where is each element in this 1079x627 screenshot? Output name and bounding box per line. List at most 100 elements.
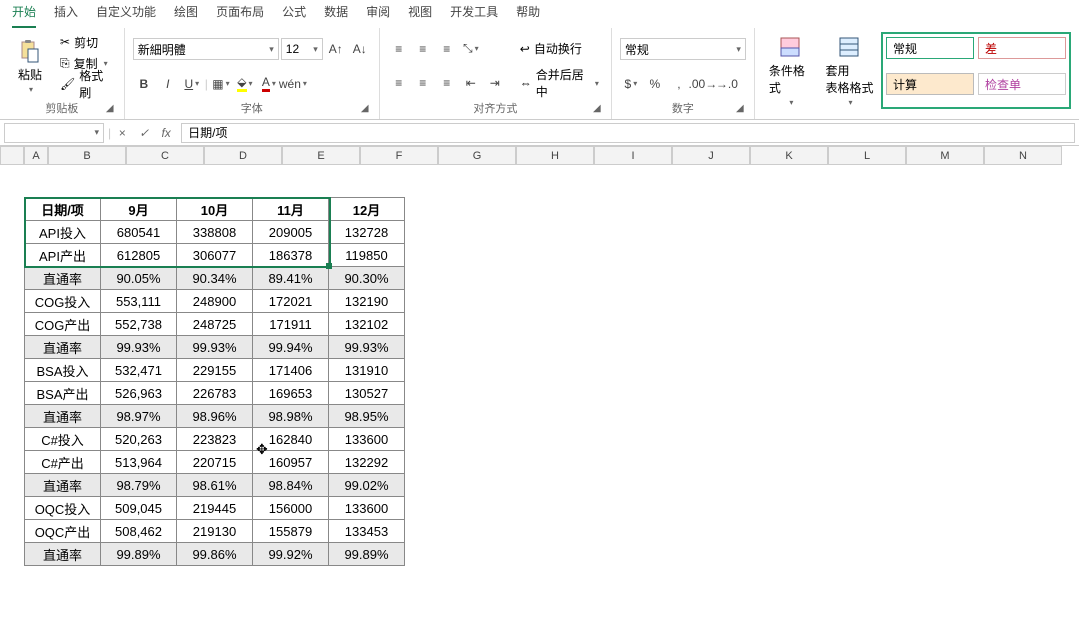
increase-indent-button[interactable]: ⇥: [484, 73, 506, 93]
number-format-combo[interactable]: 常规: [620, 38, 746, 60]
italic-button[interactable]: I: [157, 74, 179, 94]
table-cell[interactable]: 229155: [177, 359, 253, 382]
column-header[interactable]: A: [24, 146, 48, 165]
table-cell[interactable]: 99.89%: [329, 543, 405, 566]
table-row-label[interactable]: 直通率: [25, 474, 101, 497]
table-row-label[interactable]: 直通率: [25, 267, 101, 290]
table-row-label[interactable]: C#产出: [25, 451, 101, 474]
fx-button[interactable]: fx: [155, 126, 177, 140]
table-cell[interactable]: 132190: [329, 290, 405, 313]
table-cell[interactable]: 509,045: [101, 497, 177, 520]
table-cell[interactable]: 155879: [253, 520, 329, 543]
table-cell[interactable]: 98.96%: [177, 405, 253, 428]
table-cell[interactable]: 160957: [253, 451, 329, 474]
style-bad[interactable]: 差: [978, 37, 1066, 59]
table-cell[interactable]: 99.02%: [329, 474, 405, 497]
underline-button[interactable]: U: [181, 74, 203, 94]
merge-center-button[interactable]: ⇔合并后居中: [516, 73, 603, 93]
table-cell[interactable]: 133600: [329, 497, 405, 520]
decrease-font-button[interactable]: A↓: [349, 39, 371, 59]
table-cell[interactable]: 98.98%: [253, 405, 329, 428]
style-calc[interactable]: 计算: [886, 73, 974, 95]
paste-button[interactable]: 粘贴: [8, 32, 52, 100]
table-row-label[interactable]: C#投入: [25, 428, 101, 451]
increase-decimal-button[interactable]: .00→: [692, 74, 714, 94]
number-launcher-icon[interactable]: ◢: [734, 103, 746, 115]
table-cell[interactable]: 132292: [329, 451, 405, 474]
font-name-combo[interactable]: 新細明體: [133, 38, 279, 60]
table-cell[interactable]: 119850: [329, 244, 405, 267]
name-box[interactable]: [4, 123, 104, 143]
table-cell[interactable]: 130527: [329, 382, 405, 405]
table-row-label[interactable]: COG产出: [25, 313, 101, 336]
table-cell[interactable]: 131910: [329, 359, 405, 382]
table-cell[interactable]: 162840: [253, 428, 329, 451]
table-cell[interactable]: 132102: [329, 313, 405, 336]
table-cell[interactable]: 248725: [177, 313, 253, 336]
column-header[interactable]: E: [282, 146, 360, 165]
table-cell[interactable]: 248900: [177, 290, 253, 313]
table-row-label[interactable]: 直通率: [25, 336, 101, 359]
table-header-cell[interactable]: 11月: [253, 198, 329, 221]
fx-enter-button[interactable]: ✓: [133, 126, 155, 140]
align-center-button[interactable]: ≡: [412, 73, 434, 93]
column-header[interactable]: I: [594, 146, 672, 165]
column-header[interactable]: F: [360, 146, 438, 165]
table-cell[interactable]: 98.97%: [101, 405, 177, 428]
table-cell[interactable]: 220715: [177, 451, 253, 474]
align-middle-button[interactable]: ≡: [412, 39, 434, 59]
tab-formulas[interactable]: 公式: [282, 0, 306, 28]
align-right-button[interactable]: ≡: [436, 73, 458, 93]
tab-insert[interactable]: 插入: [54, 0, 78, 28]
table-row-label[interactable]: API投入: [25, 221, 101, 244]
table-cell[interactable]: 98.79%: [101, 474, 177, 497]
table-cell[interactable]: 99.94%: [253, 336, 329, 359]
table-cell[interactable]: 172021: [253, 290, 329, 313]
phonetic-button[interactable]: wén: [282, 74, 304, 94]
column-header[interactable]: C: [126, 146, 204, 165]
table-cell[interactable]: 171911: [253, 313, 329, 336]
table-row-label[interactable]: BSA产出: [25, 382, 101, 405]
orientation-button[interactable]: ⤡: [460, 39, 482, 59]
table-cell[interactable]: 552,738: [101, 313, 177, 336]
table-cell[interactable]: 520,263: [101, 428, 177, 451]
align-launcher-icon[interactable]: ◢: [591, 103, 603, 115]
table-cell[interactable]: 90.30%: [329, 267, 405, 290]
font-size-combo[interactable]: 12: [281, 38, 323, 60]
tab-view[interactable]: 视图: [408, 0, 432, 28]
column-header[interactable]: M: [906, 146, 984, 165]
column-header[interactable]: N: [984, 146, 1062, 165]
table-cell[interactable]: 508,462: [101, 520, 177, 543]
font-launcher-icon[interactable]: ◢: [359, 103, 371, 115]
cut-button[interactable]: ✂ 剪切: [56, 32, 116, 52]
table-cell[interactable]: 219445: [177, 497, 253, 520]
decrease-decimal-button[interactable]: →.0: [716, 74, 738, 94]
table-header-cell[interactable]: 9月: [101, 198, 177, 221]
table-row-label[interactable]: OQC产出: [25, 520, 101, 543]
table-cell[interactable]: 132728: [329, 221, 405, 244]
style-normal[interactable]: 常规: [886, 37, 974, 59]
column-header[interactable]: K: [750, 146, 828, 165]
table-cell[interactable]: 223823: [177, 428, 253, 451]
comma-button[interactable]: ,: [668, 74, 690, 94]
table-cell[interactable]: 98.84%: [253, 474, 329, 497]
column-header[interactable]: L: [828, 146, 906, 165]
table-cell[interactable]: 99.93%: [101, 336, 177, 359]
table-header-cell[interactable]: 10月: [177, 198, 253, 221]
tab-data[interactable]: 数据: [324, 0, 348, 28]
table-cell[interactable]: 513,964: [101, 451, 177, 474]
table-cell[interactable]: 306077: [177, 244, 253, 267]
table-cell[interactable]: 209005: [253, 221, 329, 244]
column-header[interactable]: H: [516, 146, 594, 165]
table-cell[interactable]: 338808: [177, 221, 253, 244]
table-cell[interactable]: 186378: [253, 244, 329, 267]
style-check[interactable]: 检查单: [978, 73, 1066, 95]
formula-input[interactable]: 日期/项: [181, 123, 1075, 143]
increase-font-button[interactable]: A↑: [325, 39, 347, 59]
font-color-button[interactable]: A: [258, 74, 280, 94]
align-top-button[interactable]: ≡: [388, 39, 410, 59]
table-row-label[interactable]: COG投入: [25, 290, 101, 313]
table-format-button[interactable]: 套用 表格格式: [822, 32, 877, 109]
tab-custom[interactable]: 自定义功能: [96, 0, 156, 28]
select-all-corner[interactable]: [0, 146, 24, 165]
